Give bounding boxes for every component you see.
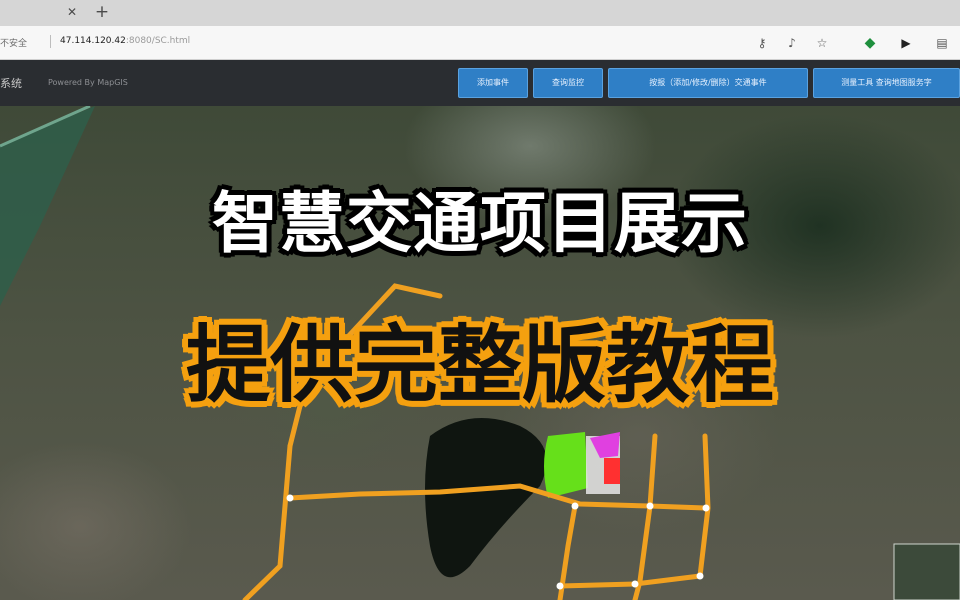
buffer-zone-green	[544, 432, 588, 498]
key-icon[interactable]: ⚷	[752, 33, 772, 53]
divider	[50, 35, 51, 48]
close-icon[interactable]: ✕	[64, 4, 80, 20]
buffer-zone-red	[604, 458, 620, 484]
road-segment	[242, 443, 293, 600]
subheadline-banner: 提供完整版教程	[185, 316, 774, 414]
headline-banner: 智慧交通项目展示	[212, 185, 748, 262]
url-host: 47.114.120.42	[60, 36, 126, 46]
road-segment	[632, 433, 658, 600]
intersection-marker[interactable]	[631, 580, 639, 588]
address-bar[interactable]: 不安全 47.114.120.42:8080/SC.html ⚷ ♪ ☆ ◆ ▶…	[0, 26, 960, 60]
url-path: :8080/SC.html	[125, 36, 191, 46]
plus-icon[interactable]: +	[92, 2, 112, 22]
measure-tool-button[interactable]: 测量工具 查询地图服务字	[813, 68, 960, 98]
screen: ✕ + 不安全 47.114.120.42:8080/SC.html ⚷ ♪ ☆…	[0, 0, 960, 600]
url-text[interactable]: 47.114.120.42:8080/SC.html	[60, 36, 190, 46]
intersection-marker[interactable]	[571, 502, 579, 510]
app-title: 系统	[0, 77, 22, 90]
app-header: 系统 Powered By MapGIS 添加事件 查询监控 按报（添加/修改/…	[0, 60, 960, 106]
edit-traffic-event-button[interactable]: 按报（添加/修改/删除）交通事件	[608, 68, 808, 98]
browser-tab-bar: ✕ +	[0, 0, 960, 26]
road-segment	[557, 573, 703, 589]
shield-icon[interactable]: ◆	[860, 33, 880, 53]
read-aloud-icon[interactable]: ♪	[782, 33, 802, 53]
add-event-button[interactable]: 添加事件	[458, 68, 528, 98]
intersection-marker[interactable]	[696, 572, 704, 580]
collections-icon[interactable]: ▤	[932, 33, 952, 53]
security-status[interactable]: 不安全	[0, 36, 27, 49]
intersection-marker[interactable]	[646, 502, 654, 510]
intersection-marker[interactable]	[702, 504, 710, 512]
intersection-marker[interactable]	[286, 494, 294, 502]
play-icon[interactable]: ▶	[896, 33, 916, 53]
query-monitor-button[interactable]: 查询监控	[533, 68, 603, 98]
overview-map[interactable]	[893, 543, 960, 600]
lake-area	[425, 418, 547, 578]
favorites-icon[interactable]: ☆	[812, 33, 832, 53]
intersection-marker[interactable]	[556, 582, 564, 590]
powered-by-label: Powered By MapGIS	[48, 78, 128, 87]
